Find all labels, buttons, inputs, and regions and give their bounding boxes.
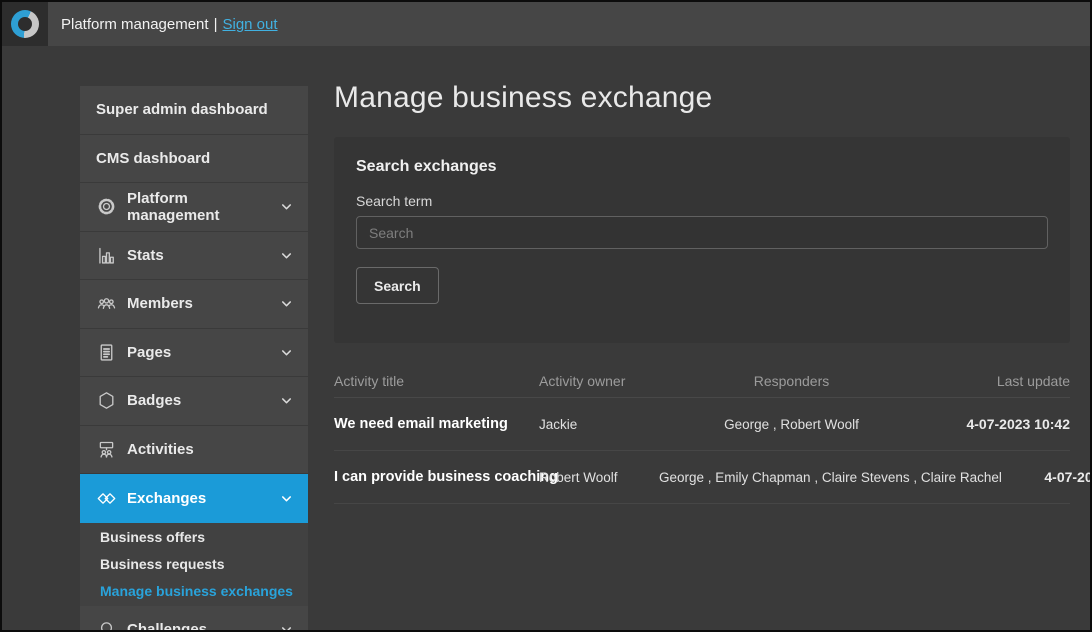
sidebar-item-super-admin-dashboard[interactable]: Super admin dashboard — [80, 86, 308, 135]
top-bar-title: Platform management — [61, 16, 209, 33]
sidebar-item-label: Pages — [127, 344, 171, 361]
top-bar: Platform management | Sign out — [2, 2, 1090, 46]
sidebar-item-label: CMS dashboard — [96, 150, 210, 167]
sidebar-item-label: Members — [127, 295, 193, 312]
cell-activity-title: I can provide business coaching — [334, 469, 539, 485]
sign-out-link[interactable]: Sign out — [222, 16, 277, 33]
header-last-update: Last update — [924, 373, 1070, 395]
submenu-item-manage-business-exchanges[interactable]: Manage business exchanges — [100, 578, 308, 605]
members-icon — [96, 293, 118, 315]
handshake-icon — [96, 487, 118, 509]
sidebar-item-label: Stats — [127, 247, 164, 264]
main-content: Manage business exchange Search exchange… — [334, 77, 1070, 504]
sidebar-item-platform-management[interactable]: Platform management — [80, 183, 308, 232]
top-bar-strip: Platform management | Sign out — [48, 2, 1090, 46]
search-button[interactable]: Search — [356, 267, 439, 304]
chevron-down-icon — [279, 248, 294, 263]
sidebar-item-cms-dashboard[interactable]: CMS dashboard — [80, 135, 308, 184]
search-exchanges-panel: Search exchanges Search term Search — [334, 137, 1070, 343]
chevron-down-icon — [279, 296, 294, 311]
cell-activity-owner: Jackie — [539, 417, 659, 432]
sidebar-item-activities[interactable]: Activities — [80, 426, 308, 475]
search-term-label: Search term — [356, 193, 1048, 209]
document-icon — [96, 341, 118, 363]
cell-last-update: 4-07-2023 10:42 — [1002, 469, 1092, 485]
sidebar-item-label: Challenges — [127, 621, 207, 632]
logo-ring-icon — [11, 10, 39, 38]
banner-people-icon — [96, 438, 118, 460]
submenu-item-business-requests[interactable]: Business requests — [100, 551, 308, 578]
cell-last-update: 4-07-2023 10:42 — [924, 416, 1070, 432]
search-panel-heading: Search exchanges — [356, 158, 1048, 176]
sidebar: Super admin dashboard CMS dashboard Plat… — [80, 86, 308, 632]
cell-responders: George , Emily Chapman , Claire Stevens … — [659, 470, 1002, 485]
cell-activity-owner: Robert Woolf — [539, 470, 659, 485]
sidebar-item-exchanges[interactable]: Exchanges — [80, 474, 308, 523]
sidebar-item-label: Platform management — [127, 190, 279, 224]
sidebar-item-label: Exchanges — [127, 490, 206, 507]
hexagon-icon — [96, 390, 118, 412]
chevron-down-icon — [279, 345, 294, 360]
header-activity-title: Activity title — [334, 373, 539, 395]
app-logo — [2, 2, 48, 46]
lightbulb-icon — [96, 618, 118, 632]
submenu-item-business-offers[interactable]: Business offers — [100, 524, 308, 551]
chevron-down-icon — [279, 199, 294, 214]
sidebar-item-challenges[interactable]: Challenges — [80, 606, 308, 632]
bar-chart-icon — [96, 244, 118, 266]
sidebar-item-badges[interactable]: Badges — [80, 377, 308, 426]
chevron-down-icon — [279, 622, 294, 632]
chevron-down-icon — [279, 491, 294, 506]
top-bar-divider: | — [214, 16, 218, 33]
gear-icon — [96, 196, 118, 218]
platform-management-window: Platform management | Sign out Super adm… — [0, 0, 1092, 632]
page-title: Manage business exchange — [334, 77, 1070, 119]
cell-activity-title: We need email marketing — [334, 416, 539, 432]
table-row[interactable]: I can provide business coaching Robert W… — [334, 451, 1070, 504]
header-responders: Responders — [659, 373, 924, 395]
sidebar-item-pages[interactable]: Pages — [80, 329, 308, 378]
sidebar-item-stats[interactable]: Stats — [80, 232, 308, 281]
sidebar-item-label: Activities — [127, 441, 194, 458]
sidebar-item-label: Badges — [127, 392, 181, 409]
search-input[interactable] — [356, 216, 1048, 249]
cell-responders: George , Robert Woolf — [659, 417, 924, 432]
table-header-row: Activity title Activity owner Responders… — [334, 370, 1070, 398]
sidebar-item-label: Super admin dashboard — [96, 101, 268, 118]
exchanges-table: Activity title Activity owner Responders… — [334, 370, 1070, 504]
chevron-down-icon — [279, 393, 294, 408]
table-row[interactable]: We need email marketing Jackie George , … — [334, 398, 1070, 451]
exchanges-submenu: Business offers Business requests Manage… — [80, 523, 308, 606]
header-activity-owner: Activity owner — [539, 373, 659, 395]
sidebar-item-members[interactable]: Members — [80, 280, 308, 329]
